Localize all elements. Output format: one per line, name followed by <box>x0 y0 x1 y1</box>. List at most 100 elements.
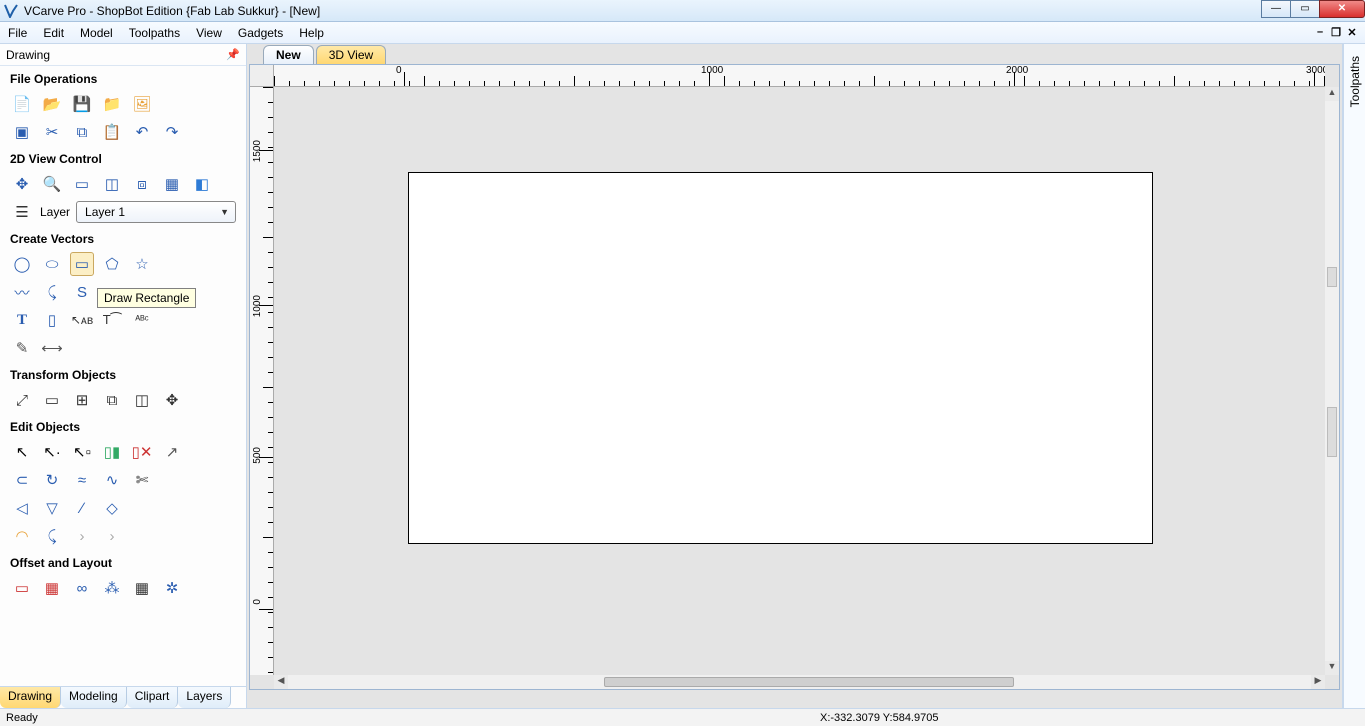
triangle-icon[interactable]: ◁ <box>10 496 34 520</box>
minimize-button[interactable]: — <box>1261 0 1291 18</box>
convert-text-icon[interactable]: ᴬᴮᶜ <box>130 308 154 332</box>
copy-icon[interactable]: ⧉ <box>70 120 94 144</box>
scroll-right-icon[interactable]: ▶ <box>1311 675 1325 689</box>
app-icon <box>4 4 18 18</box>
align-center-icon[interactable]: ⊞ <box>70 388 94 412</box>
node-edit-icon[interactable]: ↖· <box>40 440 64 464</box>
maximize-button[interactable]: ▭ <box>1290 0 1320 18</box>
edit-node-icon[interactable]: ∕ <box>70 496 94 520</box>
move-icon[interactable]: ⤢ <box>10 388 34 412</box>
layer-dropdown[interactable]: Layer 1 <box>76 201 236 223</box>
select-icon[interactable]: ↖ <box>10 440 34 464</box>
arc-icon[interactable]: ⤹ <box>40 280 64 304</box>
undo-icon[interactable]: ↶ <box>130 120 154 144</box>
scroll-up-icon[interactable]: ▲ <box>1325 87 1339 101</box>
polygon-icon[interactable]: ⬠ <box>100 252 124 276</box>
rotate-icon[interactable]: ◫ <box>130 388 154 412</box>
workspace: Drawing 📌 File Operations 📄 📂 💾 📁 🖼 ▣ ✂ … <box>0 44 1365 708</box>
scroll-left-icon[interactable]: ◀ <box>274 675 288 689</box>
open-file-icon[interactable]: 📂 <box>40 92 64 116</box>
plate-icon[interactable]: ▦ <box>130 576 154 600</box>
snap-icon[interactable]: ◧ <box>190 172 214 196</box>
text-icon[interactable]: T <box>10 308 34 332</box>
circle-icon[interactable]: ◯ <box>10 252 34 276</box>
transform-group-icon[interactable]: ▯▮ <box>100 440 124 464</box>
zoom-window-icon[interactable]: ⧈ <box>130 172 154 196</box>
tab-modeling[interactable]: Modeling <box>61 686 127 708</box>
star-icon[interactable]: ☆ <box>130 252 154 276</box>
dimension-icon[interactable]: ⟷ <box>40 336 64 360</box>
redo-icon[interactable]: ↷ <box>160 120 184 144</box>
shape-icon[interactable]: ▽ <box>40 496 64 520</box>
point-edit-icon[interactable]: ↖▫ <box>70 440 94 464</box>
toggle-grid-icon[interactable]: ▦ <box>160 172 184 196</box>
panel-header: Drawing 📌 <box>0 44 246 66</box>
pan-icon[interactable]: ✥ <box>10 172 34 196</box>
menu-toolpaths[interactable]: Toolpaths <box>129 26 180 40</box>
text-block-icon[interactable]: ▯ <box>40 308 64 332</box>
mdi-minimize[interactable]: – <box>1313 25 1327 39</box>
extend-icon[interactable]: ◇ <box>100 496 124 520</box>
offset-icon[interactable]: ▭ <box>10 576 34 600</box>
scissors-icon[interactable]: ✄ <box>130 468 154 492</box>
measure-icon[interactable]: ↗ <box>160 440 184 464</box>
weld-icon[interactable]: › <box>70 524 94 548</box>
new-file-icon[interactable]: 📄 <box>10 92 34 116</box>
zoom-select-icon[interactable]: ◫ <box>100 172 124 196</box>
import-bitmap-icon[interactable]: 🖼 <box>130 92 154 116</box>
paste-icon[interactable]: 📋 <box>100 120 124 144</box>
ungroup-icon[interactable]: ▯✕ <box>130 440 154 464</box>
rectangle-icon[interactable]: ▭ <box>70 252 94 276</box>
curve-icon[interactable]: S <box>70 280 94 304</box>
close-button[interactable]: ✕ <box>1319 0 1365 18</box>
menu-gadgets[interactable]: Gadgets <box>238 26 283 40</box>
polyline-icon[interactable]: 〰 <box>10 280 34 304</box>
ellipse-icon[interactable]: ⬭ <box>40 252 64 276</box>
mdi-close[interactable]: ✕ <box>1345 25 1359 39</box>
rotate-vectors-icon[interactable]: ↻ <box>40 468 64 492</box>
hscroll-thumb[interactable] <box>604 677 1014 687</box>
distort-icon[interactable]: ✥ <box>160 388 184 412</box>
trim-icon[interactable]: ⤹ <box>40 524 64 548</box>
scroll-down-icon[interactable]: ▼ <box>1325 661 1339 675</box>
join-open-icon[interactable]: ⊂ <box>10 468 34 492</box>
mdi-restore[interactable]: ❐ <box>1329 25 1343 39</box>
scroll-marker-2 <box>1327 407 1337 457</box>
fit-curves-icon[interactable]: ∿ <box>100 468 124 492</box>
menu-edit[interactable]: Edit <box>43 26 64 40</box>
ruler-left-label: 1000 <box>252 295 263 317</box>
import-icon[interactable]: 📁 <box>100 92 124 116</box>
menu-model[interactable]: Model <box>80 26 113 40</box>
close-vector-icon[interactable]: ≈ <box>70 468 94 492</box>
subtract-icon[interactable]: › <box>100 524 124 548</box>
view-inner[interactable] <box>274 87 1325 675</box>
fillet-icon[interactable]: ◠ <box>10 524 34 548</box>
tab-drawing[interactable]: Drawing <box>0 686 61 708</box>
node-edit-text-icon[interactable]: ↖ᴀʙ <box>70 308 94 332</box>
vscroll[interactable]: ▲ ▼ <box>1325 87 1339 675</box>
set-size-icon[interactable]: ▭ <box>40 388 64 412</box>
nest-icon[interactable]: ⁂ <box>100 576 124 600</box>
layout-icon[interactable]: ✲ <box>160 576 184 600</box>
mirror-icon[interactable]: ⧉ <box>100 388 124 412</box>
trace-icon[interactable]: ✎ <box>10 336 34 360</box>
menu-view[interactable]: View <box>196 26 222 40</box>
toolpaths-strip[interactable]: Toolpaths <box>1343 44 1365 708</box>
job-size-icon[interactable]: ▣ <box>10 120 34 144</box>
doc-tab-new[interactable]: New <box>263 45 314 64</box>
menu-file[interactable]: File <box>8 26 27 40</box>
doc-tab-3dview[interactable]: 3D View <box>316 45 386 64</box>
text-on-curve-icon[interactable]: T⁀ <box>100 308 124 332</box>
array-copy-icon[interactable]: ▦ <box>40 576 64 600</box>
zoom-icon[interactable]: 🔍 <box>40 172 64 196</box>
pin-icon[interactable]: 📌 <box>226 48 240 61</box>
hscroll[interactable]: ◀ ▶ <box>274 675 1325 689</box>
tab-layers[interactable]: Layers <box>178 686 231 708</box>
save-file-icon[interactable]: 💾 <box>70 92 94 116</box>
tab-clipart[interactable]: Clipart <box>127 686 179 708</box>
circular-array-icon[interactable]: ∞ <box>70 576 94 600</box>
menu-help[interactable]: Help <box>299 26 324 40</box>
cut-icon[interactable]: ✂ <box>40 120 64 144</box>
zoom-fit-icon[interactable]: ▭ <box>70 172 94 196</box>
layers-icon[interactable]: ☰ <box>10 200 34 224</box>
